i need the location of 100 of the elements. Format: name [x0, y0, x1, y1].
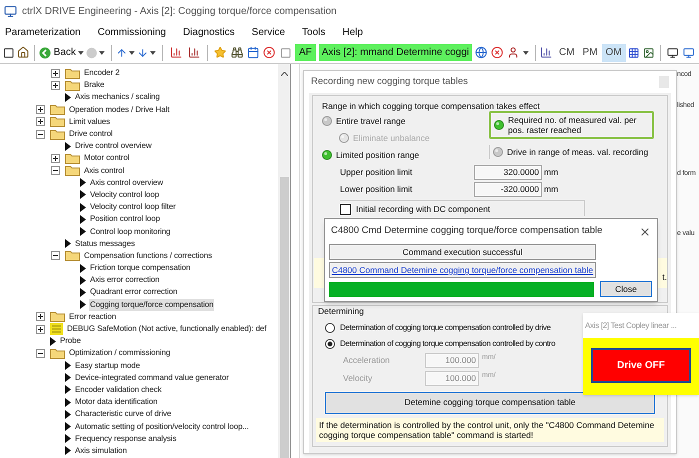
back-button[interactable]: Back: [38, 45, 76, 60]
debug-badge-icon: [50, 323, 63, 336]
tree-item[interactable]: Status messages: [74, 238, 136, 250]
menu-item[interactable]: Help: [340, 25, 365, 40]
expand-icon[interactable]: [36, 312, 45, 322]
caret-icon[interactable]: [98, 50, 105, 54]
field-label: Acceleration: [343, 354, 391, 368]
tree-item[interactable]: Brake: [83, 79, 106, 92]
grid-icon[interactable]: [628, 46, 640, 58]
scroll-up-icon[interactable]: [280, 72, 288, 76]
tree-item[interactable]: Position control loop: [89, 213, 161, 226]
collapse-icon[interactable]: [51, 166, 60, 176]
expand-icon[interactable]: [36, 105, 45, 114]
close-icon[interactable]: [639, 226, 651, 238]
tree-item[interactable]: Quadrant error correction: [89, 286, 178, 298]
tree-item[interactable]: Motor data identification: [74, 396, 158, 408]
window-icon[interactable]: [3, 46, 14, 58]
expand-icon[interactable]: [51, 80, 60, 90]
expand-icon[interactable]: [51, 154, 60, 163]
tree-item[interactable]: Error reaction: [68, 310, 118, 323]
error-icon[interactable]: [263, 46, 276, 59]
close-button[interactable]: Close: [600, 281, 652, 297]
expand-icon[interactable]: [36, 117, 45, 126]
caret-icon[interactable]: [78, 50, 84, 54]
tree-item[interactable]: Drive control: [68, 128, 114, 140]
tree-item[interactable]: Characteristic curve of drive: [74, 408, 172, 420]
star-icon[interactable]: [214, 46, 227, 59]
person-icon[interactable]: [506, 46, 520, 59]
caret-icon[interactable]: [128, 50, 135, 54]
radio-button[interactable]: [325, 322, 335, 333]
menu-item[interactable]: Service: [250, 25, 288, 40]
tree-item[interactable]: Cogging torque/force compensation: [89, 298, 214, 311]
tree-item[interactable]: Axis control: [83, 164, 126, 177]
tree-item[interactable]: Frequency response analysis: [74, 432, 178, 445]
tree-item[interactable]: Drive control overview: [74, 140, 152, 152]
tree-item[interactable]: Easy startup mode: [74, 360, 141, 372]
status-message: Command execution successful: [329, 244, 596, 260]
globe-icon[interactable]: [475, 46, 488, 59]
scrollbar-thumb[interactable]: [280, 177, 288, 458]
option-label[interactable]: Entire travel range: [336, 114, 406, 128]
tree-item[interactable]: Axis simulation: [74, 444, 128, 457]
menu-item[interactable]: Commissioning: [96, 25, 168, 40]
tree-item[interactable]: Axis control overview: [89, 176, 164, 189]
collapse-icon[interactable]: [36, 348, 45, 358]
scrollbar[interactable]: [278, 64, 290, 458]
drive-off-button[interactable]: Drive OFF: [591, 348, 691, 383]
tree-item[interactable]: Encoder 2: [83, 67, 121, 80]
note-text: If the determination is controlled by the control unit, only the "C4800 Command Detemine cogging torque compensation table" command is started!: [316, 418, 664, 442]
tree-item[interactable]: Operation modes / Drive Halt: [68, 104, 170, 116]
device-icon[interactable]: [280, 46, 291, 58]
folder-icon: [65, 68, 80, 79]
tree-item[interactable]: Compensation functions / corrections: [83, 250, 214, 262]
tree-item[interactable]: Axis mechanics / scaling: [74, 91, 161, 104]
home-icon[interactable]: [17, 46, 30, 59]
tree-item[interactable]: Automatic setting of position/velocity control loop...: [74, 420, 250, 433]
chart-icon[interactable]: [170, 46, 182, 59]
tree-item[interactable]: Control loop monitoring: [89, 226, 172, 238]
picture-icon[interactable]: [643, 46, 654, 58]
tree-item[interactable]: Friction torque compensation: [89, 262, 192, 274]
menu-item[interactable]: Tools: [300, 25, 328, 40]
mode-button[interactable]: PM: [578, 44, 602, 62]
collapse-icon[interactable]: [36, 130, 45, 139]
caret-icon[interactable]: [523, 50, 529, 54]
mode-button[interactable]: OM: [602, 44, 626, 62]
collapse-icon[interactable]: [51, 251, 60, 260]
chart-icon[interactable]: [540, 46, 552, 59]
option-label[interactable]: Determination of cogging torque compensation controlled by drive: [340, 322, 551, 334]
chart-icon[interactable]: [188, 46, 200, 59]
tree-item[interactable]: Velocity control loop filter: [89, 201, 177, 214]
tree-item[interactable]: Optimization / commissioning: [68, 347, 172, 360]
expand-icon[interactable]: [36, 324, 45, 334]
monitor-icon[interactable]: [667, 46, 679, 58]
tree-item[interactable]: Device-integrated command value generator: [74, 372, 230, 384]
tree-item[interactable]: Velocity control loop: [89, 188, 160, 201]
up-arrow-icon[interactable]: [116, 46, 127, 58]
menu-item[interactable]: Parameterization: [3, 25, 83, 40]
command-link[interactable]: C4800 Command Detemine cogging torque/force compensation table: [329, 262, 596, 278]
calendar-icon[interactable]: [246, 46, 260, 59]
menu-item[interactable]: Diagnostics: [180, 25, 237, 40]
tree-item[interactable]: Motor control: [83, 152, 130, 164]
radio-button[interactable]: [325, 338, 335, 349]
tree-item[interactable]: DEBUG SafeMotion (Not active, functionally enabled): def: [66, 323, 268, 336]
folder-icon: [65, 165, 80, 176]
binoculars-icon[interactable]: [230, 46, 243, 59]
tree-item[interactable]: Probe: [59, 335, 82, 348]
tree-item[interactable]: Limit values: [68, 116, 112, 128]
mode-button[interactable]: CM: [554, 44, 579, 62]
cancel-icon[interactable]: [491, 46, 504, 59]
expand-icon[interactable]: [51, 68, 60, 78]
tree-item[interactable]: Axis error correction: [89, 274, 160, 286]
caret-icon[interactable]: [150, 50, 156, 54]
determine-button[interactable]: Detemine cogging torque compensation table: [325, 392, 655, 414]
down-arrow-icon[interactable]: [136, 46, 148, 58]
input-field[interactable]: 320.0000: [474, 164, 542, 180]
tree-item[interactable]: Encoder validation check: [74, 384, 163, 396]
option-label[interactable]: Determination of cogging torque compensation controlled by contro: [340, 338, 556, 350]
checkbox[interactable]: [340, 204, 351, 215]
input-field[interactable]: -320.0000: [474, 182, 542, 197]
option-label[interactable]: Limited position range: [336, 148, 420, 162]
window-title: ctrlX DRIVE Engineering - Axis [2]: Cogging torque/force compensation: [22, 5, 337, 19]
